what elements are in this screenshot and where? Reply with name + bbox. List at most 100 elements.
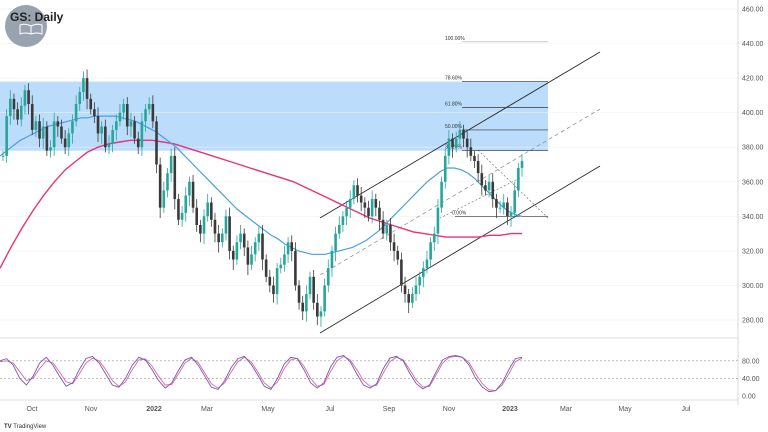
candle-body bbox=[334, 233, 337, 251]
candle-body bbox=[74, 104, 78, 122]
candle-body bbox=[166, 173, 169, 191]
candle-body bbox=[261, 233, 264, 260]
candle-body bbox=[41, 126, 45, 139]
fib-level-label: 100.00% bbox=[445, 36, 465, 42]
candle-body bbox=[473, 155, 476, 162]
candle-body bbox=[283, 254, 286, 265]
candle-body bbox=[345, 207, 348, 217]
candle-body bbox=[385, 224, 389, 234]
candle-body bbox=[125, 104, 129, 127]
candle-body bbox=[239, 233, 242, 243]
candle-body bbox=[326, 268, 330, 286]
candle-body bbox=[100, 126, 103, 134]
candle-body bbox=[34, 121, 38, 130]
x-tick-label: Oct bbox=[27, 406, 38, 413]
y-tick-label: 300.00 bbox=[742, 283, 764, 290]
candle-body bbox=[177, 199, 180, 220]
candle-body bbox=[210, 202, 213, 220]
candle-body bbox=[370, 199, 374, 217]
candle-body bbox=[323, 285, 326, 312]
candle-body bbox=[359, 195, 363, 203]
candle-body bbox=[78, 91, 82, 105]
brand-label: TradingView bbox=[13, 424, 47, 430]
candle-body bbox=[400, 259, 403, 286]
candle-body bbox=[432, 233, 436, 243]
candle-body bbox=[133, 121, 136, 139]
candle-body bbox=[308, 276, 312, 295]
candle-body bbox=[184, 195, 188, 213]
candle-body bbox=[16, 109, 19, 120]
candle-body bbox=[297, 285, 301, 303]
x-tick-label: Sep bbox=[383, 406, 396, 413]
x-tick-label: Nov bbox=[443, 406, 456, 413]
candle-body bbox=[242, 233, 246, 248]
candle-body bbox=[356, 185, 359, 196]
candle-body bbox=[378, 207, 381, 220]
candle-body bbox=[312, 276, 315, 303]
candle-body bbox=[392, 242, 396, 251]
candle-body bbox=[144, 109, 147, 122]
candle-body bbox=[348, 199, 352, 208]
candle-body bbox=[140, 121, 144, 148]
candle-body bbox=[111, 129, 114, 144]
candle-body bbox=[224, 216, 228, 234]
candle-body bbox=[45, 126, 49, 151]
candle-body bbox=[217, 233, 220, 243]
candle-body bbox=[290, 242, 294, 251]
candle-body bbox=[1, 155, 5, 157]
candle-body bbox=[509, 212, 513, 217]
candle-body bbox=[498, 207, 502, 209]
tradingview-brand[interactable]: TV TradingView bbox=[4, 424, 46, 430]
candle-body bbox=[502, 202, 506, 208]
candle-body bbox=[122, 104, 125, 113]
x-tick-label: 2023 bbox=[502, 406, 518, 413]
candle-body bbox=[330, 250, 334, 269]
candle-body bbox=[436, 207, 440, 234]
candle-body bbox=[162, 190, 166, 208]
tradingview-logo-icon: TV bbox=[4, 424, 12, 430]
candle-body bbox=[374, 199, 378, 208]
candle-body bbox=[104, 126, 107, 148]
candle-body bbox=[155, 121, 158, 165]
candle-body bbox=[38, 121, 41, 139]
stoch-tick-label: 0.00 bbox=[742, 394, 756, 401]
candle-body bbox=[305, 294, 308, 312]
candle-body bbox=[275, 268, 279, 295]
x-tick-label: Jul bbox=[326, 406, 335, 413]
candle-body bbox=[250, 254, 253, 265]
candle-body bbox=[12, 98, 16, 110]
candle-body bbox=[451, 138, 454, 148]
candle-body bbox=[425, 259, 429, 269]
x-tick-label: Nov bbox=[85, 406, 98, 413]
candle-body bbox=[506, 202, 509, 217]
candle-body bbox=[191, 181, 195, 208]
candle-body bbox=[246, 247, 250, 265]
candle-body bbox=[422, 268, 425, 277]
chart-title: GS: Daily bbox=[10, 10, 64, 24]
price-chart[interactable]: 100.00%78.60%61.80%50.00%38.20%0.00% 460… bbox=[0, 0, 768, 432]
candle-body bbox=[231, 250, 235, 260]
candle-body bbox=[414, 285, 418, 295]
stoch-tick-label: 80.00 bbox=[742, 358, 760, 365]
candle-body bbox=[9, 98, 12, 117]
candle-body bbox=[389, 224, 392, 243]
candle-body bbox=[63, 138, 67, 148]
y-tick-label: 280.00 bbox=[742, 318, 764, 325]
candle-body bbox=[517, 167, 520, 191]
candle-body bbox=[396, 250, 400, 260]
x-tick-label: Mar bbox=[201, 406, 214, 413]
candle-body bbox=[341, 216, 345, 225]
book-icon bbox=[19, 23, 43, 35]
candle-body bbox=[487, 181, 491, 191]
candle-body bbox=[476, 161, 480, 174]
candle-body bbox=[491, 181, 495, 200]
candle-body bbox=[454, 138, 458, 148]
candle-body bbox=[5, 116, 8, 156]
candle-body bbox=[23, 90, 27, 106]
y-tick-label: 380.00 bbox=[742, 145, 764, 152]
candle-body bbox=[195, 207, 199, 225]
x-tick-label: May bbox=[618, 406, 632, 413]
candle-body bbox=[520, 161, 524, 168]
candle-body bbox=[286, 242, 290, 255]
candle-body bbox=[411, 294, 414, 303]
